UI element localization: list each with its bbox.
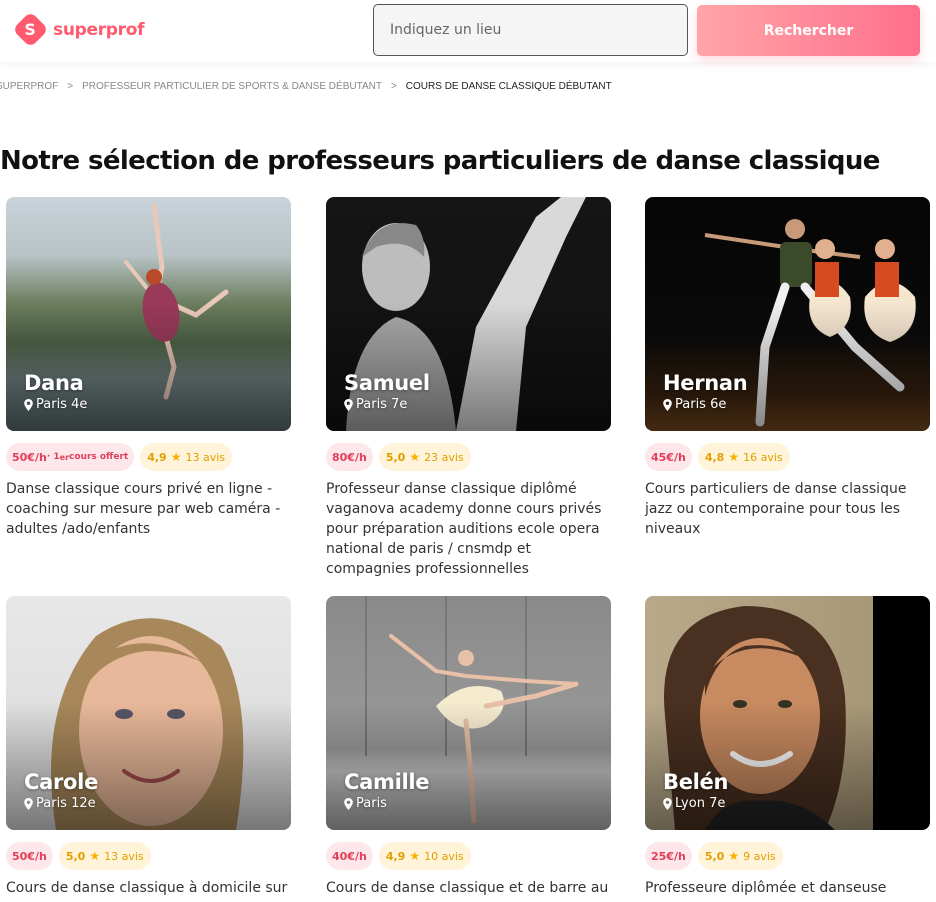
photo-overlay — [645, 596, 930, 830]
tutor-badges: 45€/h 4,8 ★ 16 avis — [645, 443, 930, 471]
rating-badge: 4,9 ★ 13 avis — [140, 443, 232, 471]
tutor-name: Camille — [344, 770, 430, 794]
breadcrumb: SUPERPROF > PROFESSEUR PARTICULIER DE SP… — [0, 81, 612, 92]
photo-overlay — [6, 197, 291, 431]
tutor-card-samuel[interactable]: Samuel Paris 7e 80€/h 5,0 ★ 23 avis Profes… — [326, 197, 611, 579]
rating-badge: 5,0 ★ 23 avis — [378, 443, 471, 471]
photo-overlay — [326, 197, 611, 431]
pin-icon — [344, 398, 353, 411]
tutor-location: Paris 4e — [24, 397, 87, 412]
star-icon: ★ — [170, 450, 182, 464]
photo-overlay — [6, 596, 291, 830]
price-badge: 45€/h — [645, 443, 692, 471]
pin-icon — [24, 797, 33, 810]
price-badge: 40€/h — [326, 842, 373, 870]
tutor-name: Carole — [24, 770, 99, 794]
pin-icon — [344, 797, 353, 810]
top-header: S superprof Rechercher — [0, 0, 936, 62]
tutor-description[interactable]: Professeur danse classique diplômé vagan… — [326, 479, 611, 579]
price-badge: 50€/h · 1 er cours offert — [6, 443, 135, 471]
tutor-location: Paris 12e — [24, 796, 96, 811]
rating-badge: 5,0 ★ 13 avis — [58, 842, 151, 870]
star-icon: ★ — [728, 849, 740, 863]
tutor-location: Paris 6e — [663, 397, 726, 412]
tutor-description[interactable]: Cours particuliers de danse classique ja… — [645, 479, 930, 539]
pin-icon — [663, 797, 672, 810]
breadcrumb-separator: > — [67, 81, 74, 92]
price-badge: 25€/h — [645, 842, 692, 870]
pin-icon — [663, 398, 672, 411]
tutor-badges: 50€/h 5,0 ★ 13 avis — [6, 842, 291, 870]
tutor-card-carole[interactable]: Carole Paris 12e 50€/h 5,0 ★ 13 avis Cours… — [6, 596, 291, 898]
breadcrumb-item-current: COURS DE DANSE CLASSIQUE DÉBUTANT — [405, 81, 612, 92]
tutor-name: Hernan — [663, 371, 748, 395]
tutor-photo[interactable]: Samuel Paris 7e — [326, 197, 611, 431]
star-icon: ★ — [409, 849, 421, 863]
star-icon: ★ — [89, 849, 101, 863]
logo-text: superprof — [53, 19, 145, 40]
breadcrumb-item-sports-danse[interactable]: PROFESSEUR PARTICULIER DE SPORTS & DANSE… — [82, 81, 382, 92]
tutor-name: Samuel — [344, 371, 430, 395]
tutor-photo[interactable]: Hernan Paris 6e — [645, 197, 930, 431]
page-title: Notre sélection de professeurs particuli… — [0, 146, 880, 176]
tutor-photo[interactable]: Carole Paris 12e — [6, 596, 291, 830]
tutor-badges: 25€/h 5,0 ★ 9 avis — [645, 842, 930, 870]
star-icon: ★ — [728, 450, 740, 464]
price-badge: 80€/h — [326, 443, 373, 471]
tutor-photo[interactable]: Belén Lyon 7e — [645, 596, 930, 830]
tutor-location: Paris — [344, 796, 387, 811]
tutor-description[interactable]: Professeure diplômée et danseuse — [645, 878, 930, 898]
tutor-badges: 80€/h 5,0 ★ 23 avis — [326, 443, 611, 471]
tutor-photo[interactable]: Camille Paris — [326, 596, 611, 830]
breadcrumb-item-superprof[interactable]: SUPERPROF — [0, 81, 58, 92]
logo-mark-icon: S — [12, 11, 49, 48]
tutor-badges: 50€/h · 1 er cours offert 4,9 ★ 13 avis — [6, 443, 291, 471]
rating-badge: 4,8 ★ 16 avis — [697, 443, 790, 471]
tutor-card-hernan[interactable]: Hernan Paris 6e 45€/h 4,8 ★ 16 avis Cours … — [645, 197, 930, 539]
tutor-description[interactable]: Danse classique cours privé en ligne - c… — [6, 479, 291, 539]
star-icon: ★ — [409, 450, 421, 464]
tutor-location: Lyon 7e — [663, 796, 725, 811]
tutor-card-belen[interactable]: Belén Lyon 7e 25€/h 5,0 ★ 9 avis Professeu… — [645, 596, 930, 898]
tutor-card-camille[interactable]: Camille Paris 40€/h 4,9 ★ 10 avis Cours de… — [326, 596, 611, 898]
superprof-logo[interactable]: S superprof — [12, 11, 145, 48]
breadcrumb-separator: > — [390, 81, 397, 92]
photo-overlay — [645, 197, 930, 431]
rating-badge: 5,0 ★ 9 avis — [697, 842, 783, 870]
photo-overlay — [326, 596, 611, 830]
tutor-description[interactable]: Cours de danse classique et de barre au — [326, 878, 611, 898]
rating-badge: 4,9 ★ 10 avis — [378, 842, 471, 870]
tutor-location: Paris 7e — [344, 397, 407, 412]
search-button[interactable]: Rechercher — [697, 5, 920, 56]
pin-icon — [24, 398, 33, 411]
tutor-name: Belén — [663, 770, 729, 794]
tutor-card-dana[interactable]: Dana Paris 4e 50€/h · 1 er cours offert 4… — [6, 197, 291, 539]
location-search-input[interactable] — [373, 4, 688, 56]
tutor-name: Dana — [24, 371, 84, 395]
tutor-photo[interactable]: Dana Paris 4e — [6, 197, 291, 431]
tutor-badges: 40€/h 4,9 ★ 10 avis — [326, 842, 611, 870]
price-badge: 50€/h — [6, 842, 53, 870]
tutor-description[interactable]: Cours de danse classique à domicile sur — [6, 878, 291, 898]
